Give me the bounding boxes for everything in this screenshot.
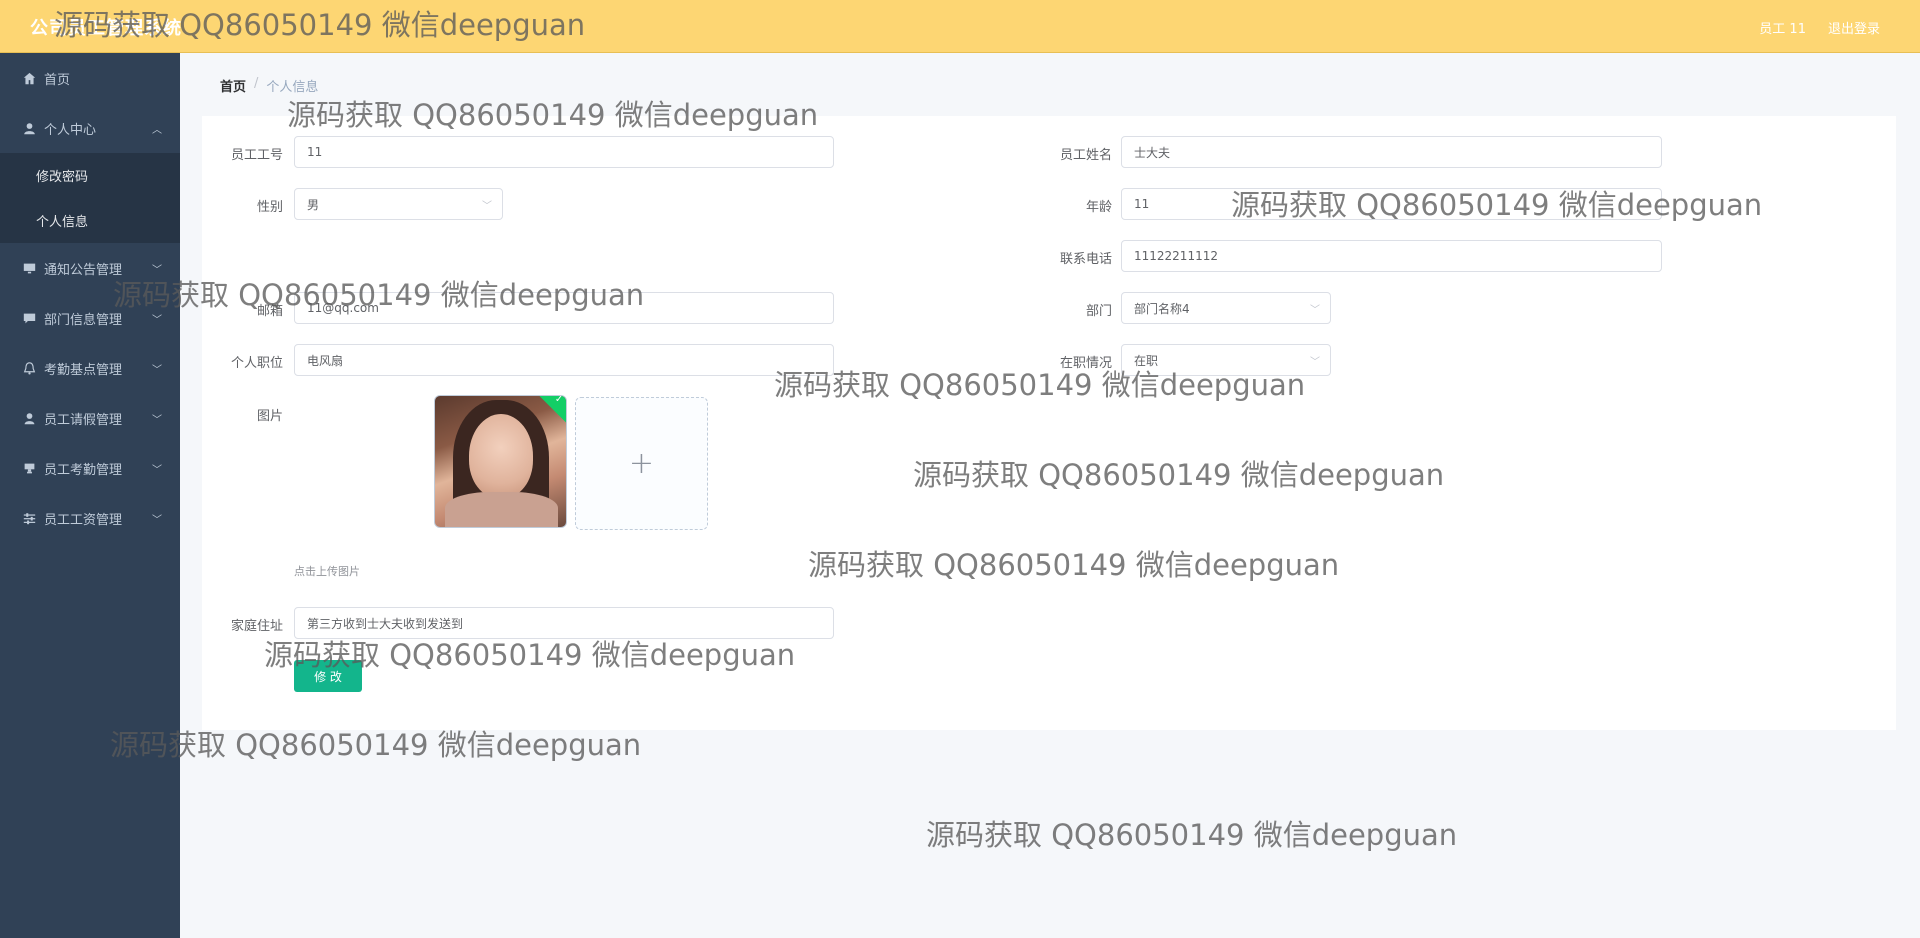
- chevron-down-icon: ﹀: [152, 264, 162, 276]
- sidebar-item-label: 员工工资管理: [44, 512, 123, 528]
- employee-no-input[interactable]: 11: [294, 136, 834, 168]
- sidebar-subitem-personal-info[interactable]: 个人信息: [0, 198, 180, 243]
- gender-label: 性别: [256, 200, 283, 215]
- phone-input[interactable]: 11122211112: [1121, 240, 1662, 272]
- chevron-down-icon: ﹀: [152, 514, 162, 526]
- email-label: 邮箱: [256, 304, 283, 319]
- department-select-value: 部门名称4: [1134, 301, 1190, 316]
- sidebar-subitem-change-password[interactable]: 修改密码: [0, 153, 180, 198]
- phone-label: 联系电话: [1059, 252, 1112, 267]
- sidebar: 首页 个人中心 ︿ 修改密码 个人信息 通知公告管理 ﹀ 部门信息管理 ﹀ 考勤…: [0, 53, 180, 938]
- top-header: 公司员工管理系统 员工 11 退出登录: [0, 0, 1920, 53]
- logout-link[interactable]: 退出登录: [1828, 18, 1880, 37]
- age-input[interactable]: 11: [1121, 188, 1662, 220]
- chevron-down-icon: ﹀: [152, 464, 162, 476]
- address-label: 家庭住址: [230, 619, 283, 634]
- uploaded-photo-thumbnail[interactable]: ✓: [434, 395, 567, 528]
- chevron-up-icon: ︿: [152, 124, 162, 136]
- sidebar-item-notice-management[interactable]: 通知公告管理 ﹀: [0, 243, 180, 293]
- home-icon: [22, 71, 36, 85]
- sidebar-item-salary-management[interactable]: 员工工资管理 ﹀: [0, 493, 180, 543]
- sidebar-item-label: 员工请假管理: [44, 412, 123, 428]
- chevron-down-icon: ﹀: [152, 314, 162, 326]
- chevron-down-icon: ﹀: [152, 364, 162, 376]
- upload-tip: 点击上传图片: [294, 565, 360, 578]
- upload-photo-button[interactable]: +: [575, 397, 708, 530]
- update-button[interactable]: 修 改: [294, 660, 362, 692]
- sidebar-item-label: 首页: [44, 72, 71, 88]
- position-input[interactable]: 电风扇: [294, 344, 834, 376]
- app-title: 公司员工管理系统: [30, 18, 182, 39]
- sidebar-item-leave-management[interactable]: 员工请假管理 ﹀: [0, 393, 180, 443]
- employment-status-select-value: 在职: [1134, 353, 1159, 368]
- stamp-icon: [22, 461, 36, 475]
- header-user-area: 员工 11 退出登录: [1759, 18, 1880, 37]
- person-icon: [22, 411, 36, 425]
- sidebar-item-attendance-management[interactable]: 员工考勤管理 ﹀: [0, 443, 180, 493]
- department-label: 部门: [1085, 304, 1112, 319]
- employee-name-label: 员工姓名: [1059, 148, 1112, 163]
- sidebar-item-attendance-base-management[interactable]: 考勤基点管理 ﹀: [0, 343, 180, 393]
- employee-no-label: 员工工号: [230, 148, 283, 163]
- monitor-icon: [22, 261, 36, 275]
- sidebar-item-personal-center[interactable]: 个人中心 ︿: [0, 103, 180, 153]
- upload-success-badge: ✓: [538, 395, 566, 423]
- breadcrumb-separator: /: [254, 76, 259, 91]
- sidebar-subitem-label: 个人信息: [36, 215, 89, 230]
- sidebar-item-label: 员工考勤管理: [44, 462, 123, 478]
- gender-select[interactable]: 男 ﹀: [294, 188, 503, 220]
- employee-name-input[interactable]: 士大夫: [1121, 136, 1662, 168]
- chat-icon: [22, 311, 36, 325]
- photo-label: 图片: [256, 409, 283, 424]
- address-input[interactable]: 第三方收到士大夫收到发送到: [294, 607, 834, 639]
- breadcrumb-home[interactable]: 首页: [220, 76, 246, 95]
- sidebar-item-label: 考勤基点管理: [44, 362, 123, 378]
- breadcrumb-current: 个人信息: [266, 80, 319, 95]
- photo-body: [445, 492, 558, 527]
- breadcrumb: 首页 / 个人信息: [220, 76, 318, 95]
- department-select[interactable]: 部门名称4 ﹀: [1121, 292, 1331, 324]
- sidebar-subitem-label: 修改密码: [36, 170, 89, 185]
- sidebar-item-label: 部门信息管理: [44, 312, 123, 328]
- position-label: 个人职位: [230, 356, 283, 371]
- check-icon: ✓: [554, 395, 564, 405]
- photo-face: [469, 414, 533, 498]
- user-icon: [22, 121, 36, 135]
- age-label: 年龄: [1085, 200, 1112, 215]
- chevron-down-icon: ﹀: [152, 414, 162, 426]
- sidebar-item-label: 个人中心: [44, 122, 97, 138]
- sidebar-item-home[interactable]: 首页: [0, 53, 180, 103]
- plus-icon: +: [628, 446, 655, 481]
- sliders-icon: [22, 511, 36, 525]
- bell-icon: [22, 361, 36, 375]
- employment-status-select[interactable]: 在职 ﹀: [1121, 344, 1331, 376]
- sidebar-item-label: 通知公告管理: [44, 262, 123, 278]
- chevron-down-icon: ﹀: [1310, 357, 1320, 368]
- sidebar-item-department-management[interactable]: 部门信息管理 ﹀: [0, 293, 180, 343]
- chevron-down-icon: ﹀: [482, 201, 492, 212]
- gender-select-value: 男: [307, 197, 320, 212]
- chevron-down-icon: ﹀: [1310, 305, 1320, 316]
- email-input[interactable]: 11@qq.com: [294, 292, 834, 324]
- employment-status-label: 在职情况: [1059, 356, 1112, 371]
- current-user-label: 员工 11: [1759, 22, 1806, 37]
- watermark: 源码获取 QQ86050149 微信deepguan: [926, 818, 1458, 852]
